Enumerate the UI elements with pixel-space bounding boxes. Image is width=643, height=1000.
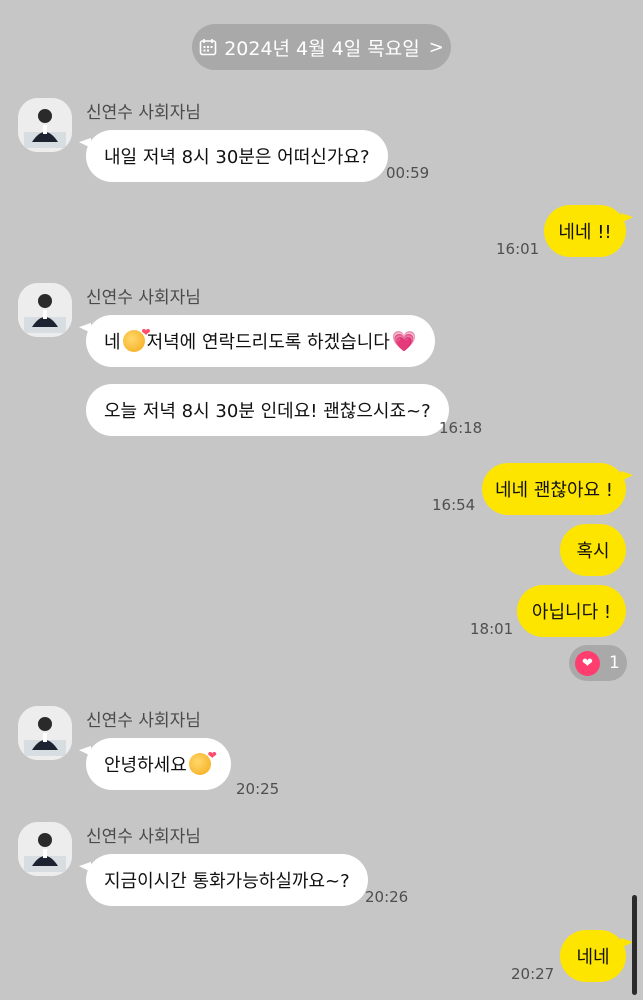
message-bubble[interactable]: 내일 저녁 8시 30분은 어떠신가요? [86,130,388,182]
chevron-right-icon: > [428,36,444,58]
message-time: 16:18 [439,419,483,437]
sender-name: 신연수 사회자님 [86,711,201,731]
message-time: 20:25 [236,780,280,798]
message-text: 지금이시간 통화가능하실까요~? [104,871,350,892]
calendar-icon [199,39,217,56]
date-divider[interactable]: 2024년 4월 4일 목요일 > [192,24,451,70]
message-text-prefix: 네 [104,332,121,353]
avatar[interactable] [18,822,72,876]
message-text: 혹시 [576,541,610,562]
message-bubble[interactable]: 네네 [560,930,626,982]
message-text: 저녁에 연락드리도록 하겠습니다 [146,332,390,353]
message-text: 네네 !! [558,222,612,243]
message-bubble[interactable]: 네 저녁에 연락드리도록 하겠습니다 💗 [86,315,435,367]
smiling-face-with-hearts-icon [188,749,217,775]
message-time: 00:59 [386,164,430,182]
message-bubble[interactable]: 네네 !! [544,205,626,257]
sender-name: 신연수 사회자님 [86,103,201,123]
message-bubble[interactable]: 네네 괜찮아요 ! [482,463,626,515]
message-text: 내일 저녁 8시 30분은 어떠신가요? [104,147,370,168]
message-time: 16:01 [496,240,540,258]
sender-name: 신연수 사회자님 [86,288,201,308]
avatar[interactable] [18,283,72,337]
message-time: 20:26 [365,888,409,906]
date-divider-text: 2024년 4월 4일 목요일 [224,37,420,60]
smiling-face-with-hearts-icon [122,326,151,352]
message-bubble[interactable]: 안녕하세요 [86,738,231,790]
message-text: 네네 [576,947,610,968]
sender-name: 신연수 사회자님 [86,827,201,847]
reaction-badge[interactable]: ❤ 1 [569,645,627,681]
message-time: 20:27 [511,965,555,983]
message-bubble[interactable]: 아닙니다 ! [517,585,626,637]
sparkling-heart-icon: 💗 [391,329,417,353]
avatar[interactable] [18,706,72,760]
scrollbar[interactable] [632,895,637,995]
message-text: 네네 괜찮아요 ! [494,480,614,501]
avatar[interactable] [18,98,72,152]
message-text: 오늘 저녁 8시 30분 인데요! 괜찮으시죠~? [104,401,431,422]
message-time: 16:54 [432,496,476,514]
message-time: 18:01 [470,620,514,638]
message-bubble[interactable]: 혹시 [560,524,626,576]
heart-icon: ❤ [575,650,600,676]
reaction-count: 1 [609,653,620,673]
message-bubble[interactable]: 지금이시간 통화가능하실까요~? [86,854,368,906]
message-text: 아닙니다 ! [531,602,612,623]
message-text: 안녕하세요 [104,755,187,776]
message-bubble[interactable]: 오늘 저녁 8시 30분 인데요! 괜찮으시죠~? [86,384,449,436]
